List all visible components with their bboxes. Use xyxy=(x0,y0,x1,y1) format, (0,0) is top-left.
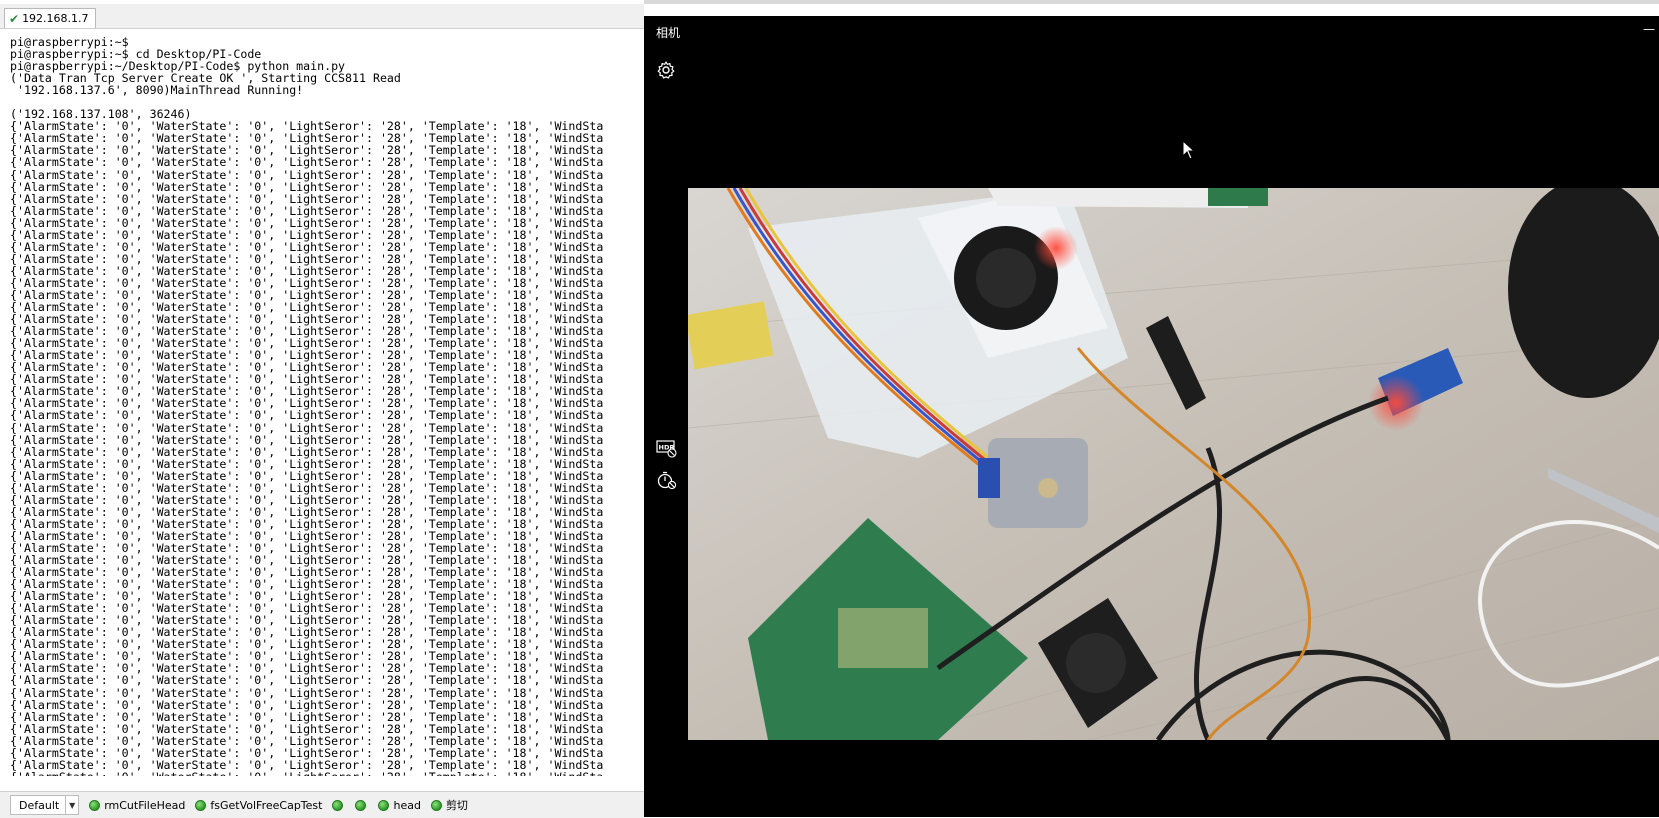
green-dot-icon xyxy=(332,799,344,811)
quick-button-label: fsGetVolFreeCapTest xyxy=(210,798,323,812)
console-line: {'AlarmState': '0', 'WaterState': '0', '… xyxy=(10,771,644,776)
console-line: {'AlarmState': '0', 'WaterState': '0', '… xyxy=(10,697,604,712)
quick-button-head[interactable]: head xyxy=(378,798,421,812)
console-line: {'AlarmState': '0', 'WaterState': '0', '… xyxy=(10,167,604,182)
green-dot-icon xyxy=(89,799,101,811)
quick-button-cut[interactable]: 剪切 xyxy=(430,797,468,813)
console-line: {'AlarmState': '0', 'WaterState': '0', '… xyxy=(10,227,604,242)
quick-button-label: rmCutFileHead xyxy=(104,798,186,812)
console-line: {'AlarmState': '0', 'WaterState': '0', '… xyxy=(10,203,604,218)
console-line: {'AlarmState': '0', 'WaterState': '0', '… xyxy=(10,721,604,736)
console-line: {'AlarmState': '0', 'WaterState': '0', '… xyxy=(10,709,604,724)
quick-button-label: 剪切 xyxy=(445,799,468,812)
chevron-down-icon[interactable]: ▼ xyxy=(65,796,78,814)
gear-icon[interactable] xyxy=(656,60,676,80)
green-dot-icon xyxy=(378,799,390,811)
mouse-cursor-icon xyxy=(1182,140,1196,160)
console-line: {'AlarmState': '0', 'WaterState': '0', '… xyxy=(10,733,604,748)
quick-button-blank-1[interactable] xyxy=(332,799,347,811)
green-dot-icon xyxy=(355,799,367,811)
console-line: {'AlarmState': '0', 'WaterState': '0', '… xyxy=(10,673,604,688)
quick-button-blank-2[interactable] xyxy=(355,799,370,811)
console-line: {'AlarmState': '0', 'WaterState': '0', '… xyxy=(10,155,604,170)
console-line: {'AlarmState': '0', 'WaterState': '0', '… xyxy=(10,215,604,230)
profile-select-value: Default xyxy=(19,798,60,812)
camera-preview[interactable] xyxy=(688,188,1659,740)
console-line: {'AlarmState': '0', 'WaterState': '0', '… xyxy=(10,191,604,206)
console-line: {'AlarmState': '0', 'WaterState': '0', '… xyxy=(10,408,604,423)
green-dot-icon xyxy=(430,799,442,811)
quick-button-label: head xyxy=(393,798,421,812)
camera-window-title: 相机 xyxy=(656,26,681,40)
quick-button-fsgetvolfreecaptest[interactable]: fsGetVolFreeCapTest xyxy=(195,799,322,812)
console-line: {'AlarmState': '0', 'WaterState': '0', '… xyxy=(10,480,604,495)
console-line: {'AlarmState': '0', 'WaterState': '0', '… xyxy=(10,179,604,194)
timer-off-icon[interactable] xyxy=(656,470,678,490)
quick-command-bar: Default ▼ rmCutFileHead fsGetVolFreeCapT… xyxy=(0,791,644,818)
console-line: {'AlarmState': '0', 'WaterState': '0', '… xyxy=(10,745,604,760)
profile-select[interactable]: Default ▼ xyxy=(10,795,80,815)
minimize-button[interactable]: — xyxy=(1643,22,1655,36)
console-line: {'AlarmState': '0', 'WaterState': '0', '… xyxy=(10,432,604,447)
terminal-window: ✔ 192.168.1.7 pi@raspberrypi:~$ pi@raspbe… xyxy=(0,0,644,818)
console-line: {'AlarmState': '0', 'WaterState': '0', '… xyxy=(10,685,604,700)
session-tab-bar: ✔ 192.168.1.7 xyxy=(0,4,644,29)
green-dot-icon xyxy=(195,799,207,811)
console-line: {'AlarmState': '0', 'WaterState': '0', '… xyxy=(10,444,604,459)
check-icon: ✔ xyxy=(9,11,20,26)
console-line: {'AlarmState': '0', 'WaterState': '0', '… xyxy=(10,420,604,435)
hdr-off-icon[interactable]: HDR xyxy=(656,440,678,458)
session-tab-label: 192.168.1.7 xyxy=(22,12,89,25)
quick-button-rmcutfilehead[interactable]: rmCutFileHead xyxy=(89,799,185,812)
terminal-output[interactable]: pi@raspberrypi:~$ pi@raspberrypi:~$ cd De… xyxy=(10,36,644,776)
session-tab[interactable]: ✔ 192.168.1.7 xyxy=(4,8,96,28)
console-line: {'AlarmState': '0', 'WaterState': '0', '… xyxy=(10,468,604,483)
camera-scene xyxy=(688,188,1659,740)
console-line: '192.168.137.6', 8090)MainThread Running… xyxy=(10,83,304,98)
console-line: {'AlarmState': '0', 'WaterState': '0', '… xyxy=(10,456,604,471)
